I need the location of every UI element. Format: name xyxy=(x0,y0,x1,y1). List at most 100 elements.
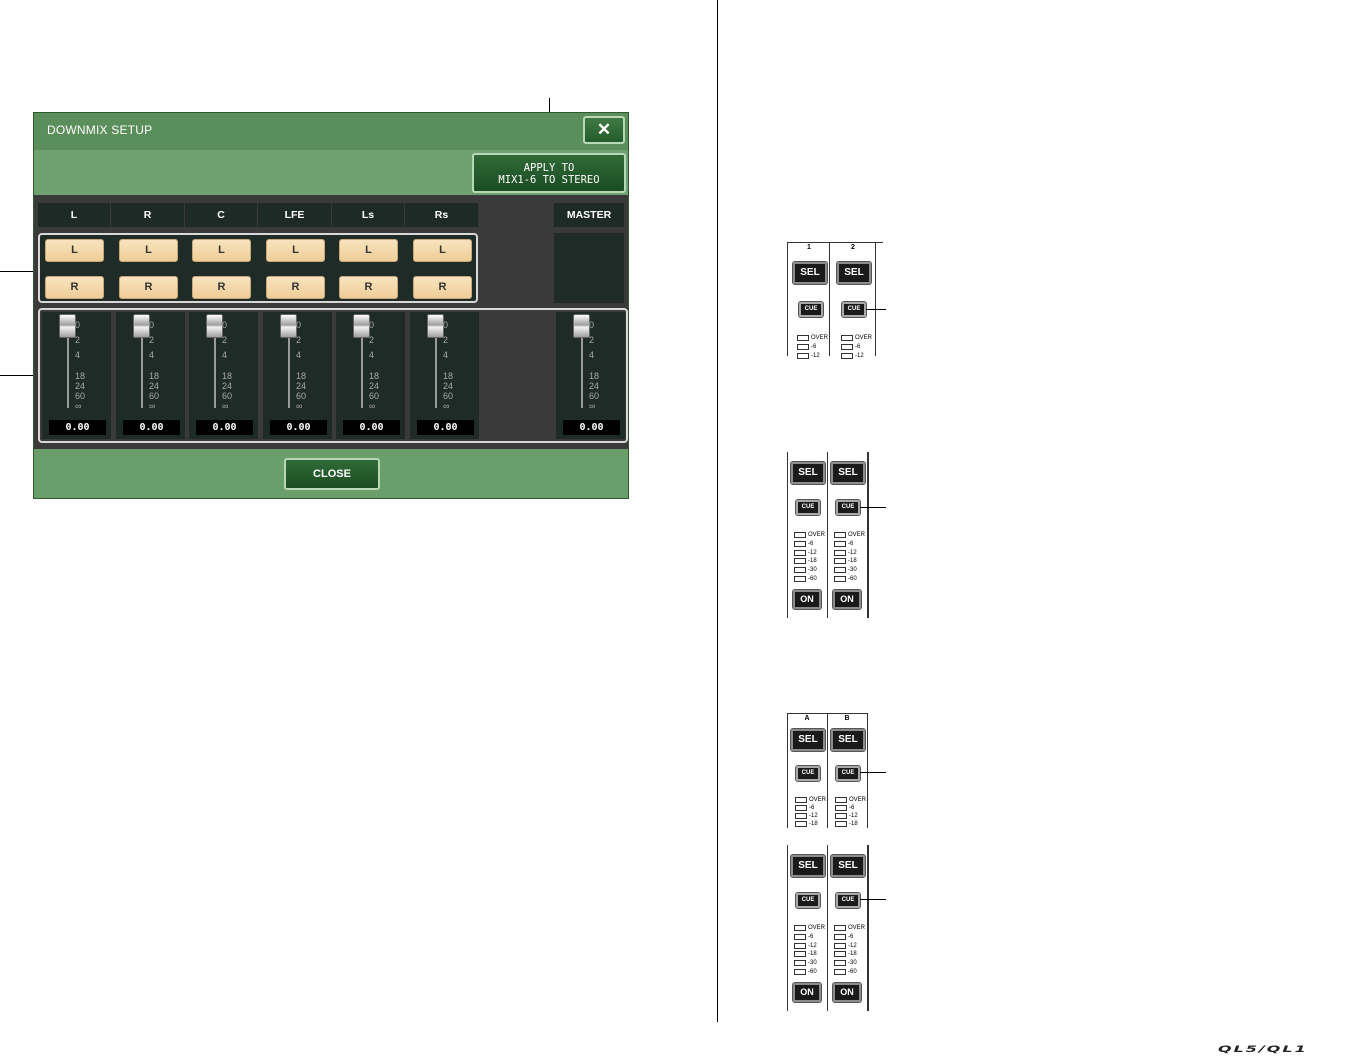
sel-button[interactable]: SEL xyxy=(790,728,826,752)
cue-button[interactable]: CUE xyxy=(795,499,821,516)
master-fader-knob[interactable] xyxy=(573,314,590,338)
route-l-button[interactable]: L xyxy=(119,239,178,262)
meter-led: -6 xyxy=(835,799,854,811)
fader-knob[interactable] xyxy=(280,314,297,338)
scale-label: ∞ xyxy=(589,401,596,411)
route-l-button[interactable]: L xyxy=(45,239,104,262)
sel-button[interactable]: SEL xyxy=(830,461,866,485)
on-button[interactable]: ON xyxy=(832,982,862,1003)
cue-button[interactable]: CUE xyxy=(795,765,821,782)
fader-value[interactable]: 0.00 xyxy=(49,420,106,435)
close-button[interactable]: CLOSE xyxy=(284,458,380,490)
fader-value[interactable]: 0.00 xyxy=(123,420,180,435)
route-r-button[interactable]: R xyxy=(45,276,104,299)
cue-button[interactable]: CUE xyxy=(835,892,861,909)
fader-knob[interactable] xyxy=(206,314,223,338)
scale-label: ∞ xyxy=(149,401,156,411)
scale-label: 60 xyxy=(369,391,380,401)
master-routing-area xyxy=(554,233,624,303)
meter-led: -30 xyxy=(834,561,857,573)
route-r-button[interactable]: R xyxy=(192,276,251,299)
meter-led: -6 xyxy=(834,535,853,547)
master-fader-value[interactable]: 0.00 xyxy=(563,420,620,435)
sel-button[interactable]: SEL xyxy=(830,728,866,752)
fader-knob[interactable] xyxy=(133,314,150,338)
meter-led: -12 xyxy=(835,807,858,819)
fader-value[interactable]: 0.00 xyxy=(343,420,400,435)
close-x-button[interactable]: ✕ xyxy=(583,116,625,144)
on-button[interactable]: ON xyxy=(792,982,822,1003)
sel-button[interactable]: SEL xyxy=(790,854,826,878)
scale-label: 18 xyxy=(222,371,233,381)
meter-led: -12 xyxy=(795,807,818,819)
scale-label: 4 xyxy=(589,350,595,360)
callout-line-cue xyxy=(866,309,886,310)
routing-button-group: L R L R L R L R L R L R xyxy=(38,233,478,303)
fader-group: 0 2 4 18 24 60 ∞ 0.00 0 2 4 18 24 60 ∞ 0… xyxy=(38,308,628,443)
fader-scale: 0 2 4 18 24 60 ∞ xyxy=(222,321,254,411)
cue-button[interactable]: CUE xyxy=(798,301,824,318)
scale-label: ∞ xyxy=(222,401,229,411)
scale-label: 4 xyxy=(222,350,228,360)
channel-panel: L R C LFE Ls Rs MASTER L R L R L R L R L… xyxy=(34,195,628,449)
fader-scale: 0 2 4 18 24 60 ∞ xyxy=(149,321,181,411)
cue-button[interactable]: CUE xyxy=(841,301,867,318)
cue-button[interactable]: CUE xyxy=(835,765,861,782)
on-button[interactable]: ON xyxy=(792,589,822,610)
fader-strip: 0 2 4 18 24 60 ∞ 0.00 xyxy=(189,312,258,439)
route-l-button[interactable]: L xyxy=(339,239,398,262)
scale-label: 0 xyxy=(369,320,375,330)
scale-label: 0 xyxy=(296,320,302,330)
fader-value[interactable]: 0.00 xyxy=(417,420,474,435)
meter-led: -60 xyxy=(794,963,817,975)
apply-to-mix-button[interactable]: APPLY TO MIX1-6 TO STEREO xyxy=(472,153,626,193)
scale-label: 0 xyxy=(222,320,228,330)
scale-label: 2 xyxy=(75,335,81,345)
on-button[interactable]: ON xyxy=(832,589,862,610)
route-l-button[interactable]: L xyxy=(413,239,472,262)
scale-label: ∞ xyxy=(296,401,303,411)
strip-block-1: 1 2 SEL SEL CUE CUE OVER -6 -12 OVER -6 … xyxy=(787,242,883,359)
fader-value[interactable]: 0.00 xyxy=(270,420,327,435)
cue-button[interactable]: CUE xyxy=(835,499,861,516)
fader-knob[interactable] xyxy=(353,314,370,338)
sel-button[interactable]: SEL xyxy=(830,854,866,878)
route-r-button[interactable]: R xyxy=(119,276,178,299)
meter-led: -6 xyxy=(794,535,813,547)
route-r-button[interactable]: R xyxy=(266,276,325,299)
channel-header: Rs xyxy=(405,203,478,227)
apply-bar: APPLY TO MIX1-6 TO STEREO xyxy=(34,150,628,195)
route-l-button[interactable]: L xyxy=(192,239,251,262)
scale-label: ∞ xyxy=(443,401,450,411)
scale-label: 60 xyxy=(222,391,233,401)
meter-led: -6 xyxy=(794,928,813,940)
scale-label: 60 xyxy=(589,391,600,401)
scale-label: 2 xyxy=(149,335,155,345)
fader-scale: 0 2 4 18 24 60 ∞ xyxy=(296,321,328,411)
fader-knob[interactable] xyxy=(59,314,76,338)
meter-led: -18 xyxy=(835,815,858,827)
route-l-button[interactable]: L xyxy=(266,239,325,262)
channel-header: L xyxy=(38,203,110,227)
apply-button-line2: MIX1-6 TO STEREO xyxy=(498,174,600,186)
scale-label: ∞ xyxy=(369,401,376,411)
sel-button[interactable]: SEL xyxy=(790,461,826,485)
dialog-titlebar: DOWNMIX SETUP ✕ xyxy=(34,113,628,150)
route-r-button[interactable]: R xyxy=(339,276,398,299)
scale-label: 0 xyxy=(443,320,449,330)
scale-label: 24 xyxy=(75,381,86,391)
cue-button[interactable]: CUE xyxy=(795,892,821,909)
scale-label: 24 xyxy=(369,381,380,391)
fader-knob[interactable] xyxy=(427,314,444,338)
fader-value[interactable]: 0.00 xyxy=(196,420,253,435)
fader-strip: 0 2 4 18 24 60 ∞ 0.00 xyxy=(116,312,185,439)
scale-label: 60 xyxy=(75,391,86,401)
route-r-button[interactable]: R xyxy=(413,276,472,299)
meter-led: -18 xyxy=(794,945,817,957)
sel-button[interactable]: SEL xyxy=(836,261,872,285)
scale-label: 4 xyxy=(369,350,375,360)
scale-label: 60 xyxy=(149,391,160,401)
scale-label: 60 xyxy=(296,391,307,401)
sel-button[interactable]: SEL xyxy=(792,261,828,285)
meter-led: -60 xyxy=(834,570,857,582)
